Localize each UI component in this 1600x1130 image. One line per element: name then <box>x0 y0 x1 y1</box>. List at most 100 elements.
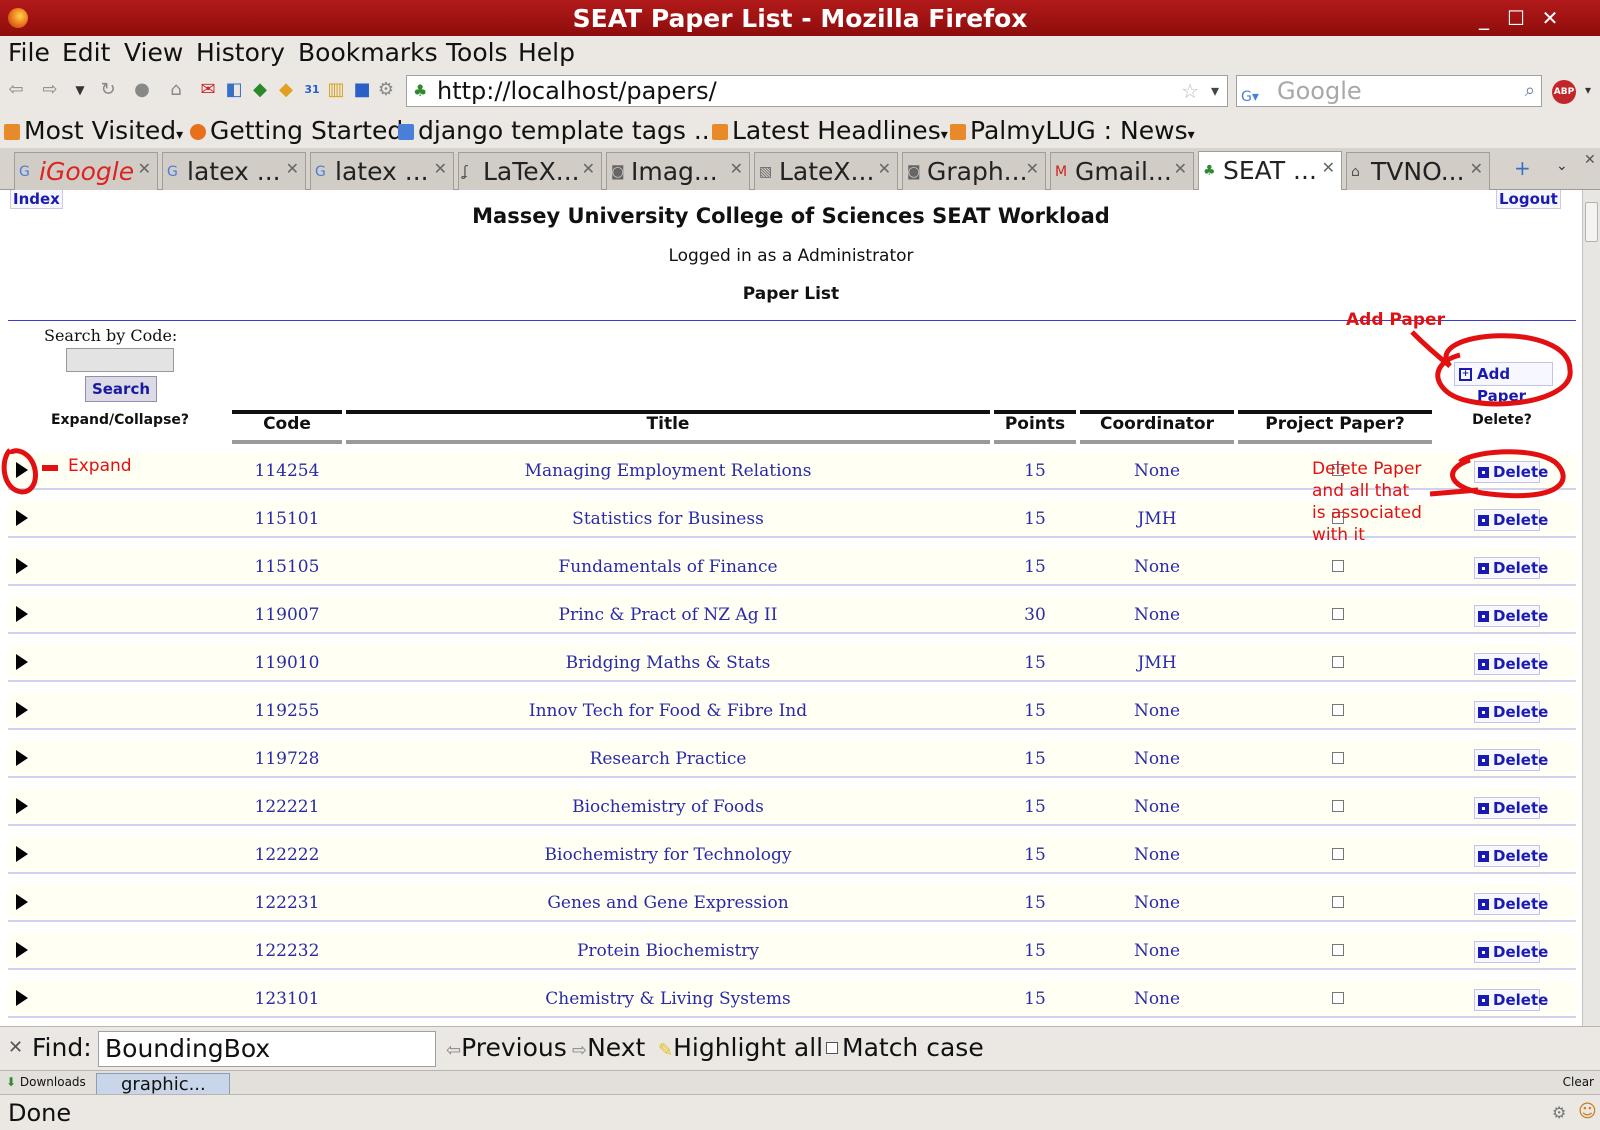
new-tab-icon[interactable]: + <box>1514 156 1531 180</box>
menu-file[interactable]: File <box>8 38 50 67</box>
expand-arrow-icon[interactable] <box>16 990 28 1006</box>
expand-arrow-icon[interactable] <box>16 750 28 766</box>
close-tab-icon[interactable]: ✕ <box>1026 159 1039 178</box>
delete-button[interactable]: Delete <box>1474 989 1548 1011</box>
web-search-input[interactable]: G▾ Google ⌕ <box>1236 75 1542 107</box>
delete-button[interactable]: Delete <box>1474 893 1548 915</box>
google-icon[interactable]: ◆ <box>250 80 270 100</box>
maximize-icon[interactable]: ☐ <box>1504 6 1528 30</box>
expand-arrow-icon[interactable] <box>16 510 28 526</box>
paper-title[interactable]: Princ & Pract of NZ Ag II <box>346 605 990 625</box>
paper-code[interactable]: 119007 <box>232 605 342 625</box>
close-window-icon[interactable]: ✕ <box>1538 6 1562 30</box>
tab-graph[interactable]: ◙ Graph... ✕ <box>902 152 1046 190</box>
tab-latex-1[interactable]: Glatex ... ✕ <box>162 152 306 190</box>
close-tab-icon[interactable]: ✕ <box>1174 159 1187 178</box>
close-tab-icon[interactable]: ✕ <box>1470 159 1483 178</box>
paper-title[interactable]: Protein Biochemistry <box>346 941 990 961</box>
paper-title[interactable]: Managing Employment Relations <box>346 461 990 481</box>
history-dropdown-icon[interactable]: ▼ <box>70 80 90 100</box>
paper-title[interactable]: Genes and Gene Expression <box>346 893 990 913</box>
highlight-all-button[interactable]: ✎Highlight all <box>658 1033 823 1062</box>
project-paper-checkbox[interactable] <box>1332 848 1344 860</box>
close-tab-icon[interactable]: ✕ <box>582 159 595 178</box>
tab-latex-4[interactable]: ▧ LateX... ✕ <box>754 152 898 190</box>
tab-list-icon[interactable]: ⌄ <box>1556 158 1568 174</box>
paper-code[interactable]: 115105 <box>232 557 342 577</box>
forward-icon[interactable]: ⇨ <box>40 80 60 100</box>
search-icon[interactable]: ⌕ <box>1525 76 1535 106</box>
home-icon[interactable]: ⌂ <box>166 80 186 100</box>
expand-arrow-icon[interactable] <box>16 846 28 862</box>
adblock-dropdown-icon[interactable]: ▾ <box>1578 80 1598 100</box>
close-tab-icon[interactable]: ✕ <box>434 159 447 178</box>
menu-history[interactable]: History <box>196 38 285 67</box>
code-search-input[interactable] <box>66 348 174 372</box>
delete-button[interactable]: Delete <box>1474 749 1548 771</box>
tab-latex-3[interactable]: ʆ LaTeX... ✕ <box>458 152 602 190</box>
scrollbar-thumb[interactable] <box>1585 202 1598 242</box>
search-button[interactable]: Search <box>85 376 157 402</box>
paper-title[interactable]: Research Practice <box>346 749 990 769</box>
url-bar[interactable]: ♣ http://localhost/papers/ ☆ ▾ <box>406 75 1228 107</box>
expand-arrow-icon[interactable] <box>16 654 28 670</box>
google-engine-icon[interactable]: G▾ <box>1241 82 1269 105</box>
downloads-button[interactable]: ⬇ Downloads <box>6 1075 86 1089</box>
paper-code[interactable]: 123101 <box>232 989 342 1009</box>
menu-help[interactable]: Help <box>518 38 575 67</box>
tab-seat[interactable]: ♣ SEAT ... ✕ <box>1198 151 1342 190</box>
project-paper-checkbox[interactable] <box>1332 800 1344 812</box>
delicious-icon[interactable]: ■ <box>352 80 372 100</box>
close-tab-bar-icon[interactable]: ✕ <box>1584 152 1596 168</box>
bookmark-getting-started[interactable]: Getting Started <box>190 116 403 145</box>
reader-icon[interactable]: ▥ <box>326 80 346 100</box>
paper-code[interactable]: 119010 <box>232 653 342 673</box>
project-paper-checkbox[interactable] <box>1332 560 1344 572</box>
project-paper-checkbox[interactable] <box>1332 992 1344 1004</box>
reload-icon[interactable]: ↻ <box>98 80 118 100</box>
paper-code[interactable]: 122221 <box>232 797 342 817</box>
find-previous-button[interactable]: ⇦Previous <box>446 1033 567 1062</box>
bookmark-latest-headlines[interactable]: Latest Headlines▾ <box>712 116 948 145</box>
bookmark-django[interactable]: django template tags ... <box>398 116 718 145</box>
minimize-icon[interactable]: _ <box>1472 6 1496 30</box>
bookmark-most-visited[interactable]: Most Visited▾ <box>4 116 183 145</box>
paper-code[interactable]: 115101 <box>232 509 342 529</box>
paper-title[interactable]: Fundamentals of Finance <box>346 557 990 577</box>
paper-code[interactable]: 114254 <box>232 461 342 481</box>
paper-title[interactable]: Biochemistry for Technology <box>346 845 990 865</box>
find-next-button[interactable]: ⇨Next <box>572 1033 645 1062</box>
delete-button[interactable]: Delete <box>1474 845 1548 867</box>
delete-button[interactable]: Delete <box>1474 509 1548 531</box>
expand-arrow-icon[interactable] <box>16 702 28 718</box>
clear-downloads-button[interactable]: Clear <box>1563 1075 1594 1089</box>
paper-title[interactable]: Statistics for Business <box>346 509 990 529</box>
bookmark-palmylug[interactable]: PalmyLUG : News▾ <box>950 116 1195 145</box>
stop-icon[interactable]: ● <box>132 80 152 100</box>
close-find-icon[interactable]: ✕ <box>8 1037 23 1058</box>
paper-code[interactable]: 122232 <box>232 941 342 961</box>
settings-icon[interactable]: ⚙ <box>376 80 396 100</box>
expand-arrow-icon[interactable] <box>16 798 28 814</box>
project-paper-checkbox[interactable] <box>1332 704 1344 716</box>
match-case-checkbox[interactable]: Match case <box>826 1033 984 1062</box>
delete-button[interactable]: Delete <box>1474 605 1548 627</box>
tab-igoogle[interactable]: GiGoogle ✕ <box>14 152 158 190</box>
expand-arrow-icon[interactable] <box>16 558 28 574</box>
gmail-icon[interactable]: ✉ <box>198 80 218 100</box>
project-paper-checkbox[interactable] <box>1332 656 1344 668</box>
expand-arrow-icon[interactable] <box>16 462 28 478</box>
find-input[interactable]: BoundingBox <box>98 1031 436 1067</box>
paper-code[interactable]: 122231 <box>232 893 342 913</box>
paper-title[interactable]: Innov Tech for Food & Fibre Ind <box>346 701 990 721</box>
download-item[interactable]: graphic... <box>96 1073 230 1095</box>
menu-bookmarks[interactable]: Bookmarks <box>298 38 438 67</box>
project-paper-checkbox[interactable] <box>1332 896 1344 908</box>
tab-latex-2[interactable]: Glatex ... ✕ <box>310 152 454 190</box>
expand-arrow-icon[interactable] <box>16 942 28 958</box>
paper-title[interactable]: Bridging Maths & Stats <box>346 653 990 673</box>
back-icon[interactable]: ⇦ <box>6 80 26 100</box>
tab-gmail[interactable]: M Gmail... ✕ <box>1050 152 1194 190</box>
paper-code[interactable]: 119728 <box>232 749 342 769</box>
adblock-icon[interactable]: ABP <box>1552 80 1576 104</box>
